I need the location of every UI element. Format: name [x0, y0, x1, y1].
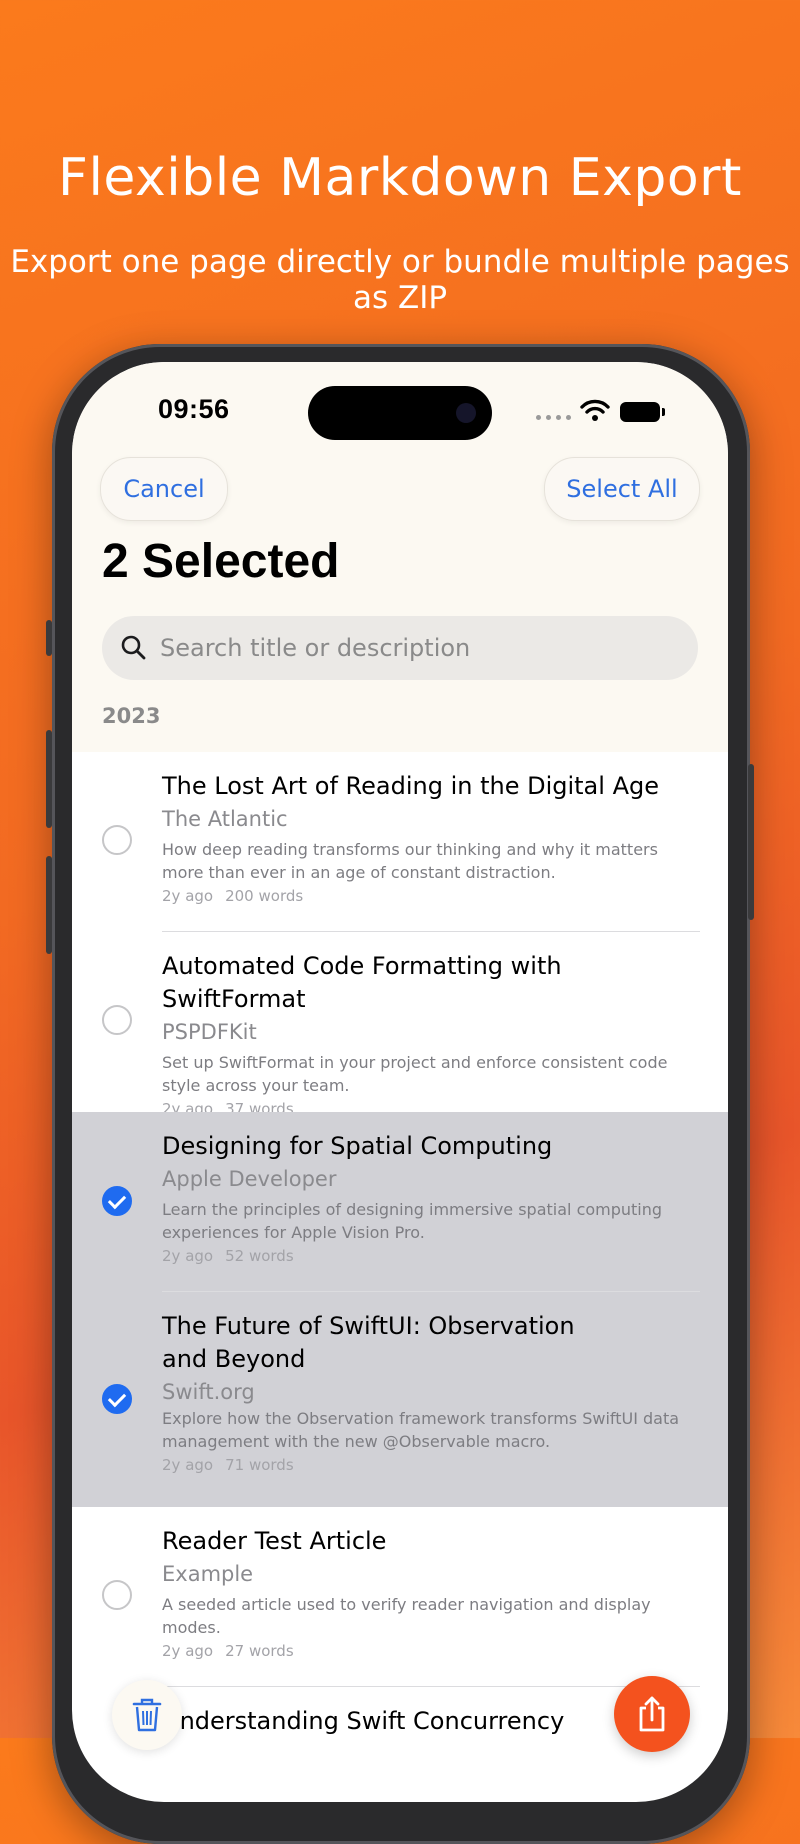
article-meta: 2y ago 27 words	[162, 1640, 700, 1662]
cancel-button[interactable]: Cancel	[100, 457, 228, 521]
header-area: 09:56 Cancel Select All 2 Selected 2023	[72, 362, 728, 752]
list-item[interactable]: The Future of SwiftUI: Observation and B…	[72, 1292, 728, 1507]
promo-title: Flexible Markdown Export	[58, 148, 742, 208]
article-description: Explore how the Observation framework tr…	[162, 1409, 680, 1451]
select-all-button[interactable]: Select All	[544, 457, 700, 521]
phone-volume-down	[46, 856, 52, 954]
article-title: The Future of SwiftUI: Observation and B…	[162, 1312, 575, 1373]
article-source: The Atlantic	[162, 807, 288, 831]
battery-tip	[662, 408, 665, 416]
battery-icon	[620, 402, 660, 422]
signal-icon	[536, 415, 571, 420]
article-description: A seeded article used to verify reader n…	[162, 1595, 651, 1637]
article-meta: 2y ago 52 words	[162, 1245, 700, 1267]
article-meta: 2y ago 200 words	[162, 885, 700, 907]
article-title: The Lost Art of Reading in the Digital A…	[162, 772, 659, 800]
share-button[interactable]	[614, 1676, 690, 1752]
article-description: Learn the principles of designing immers…	[162, 1200, 663, 1242]
select-checkbox-checked[interactable]	[102, 1186, 132, 1216]
select-checkbox-checked[interactable]	[102, 1384, 132, 1414]
list-item[interactable]: Designing for Spatial Computing Apple De…	[72, 1112, 728, 1292]
share-icon	[639, 1696, 665, 1732]
page-title: 2 Selected	[102, 535, 340, 588]
search-bar[interactable]	[102, 616, 698, 680]
phone-volume-up	[46, 730, 52, 828]
article-age: 2y ago	[162, 1456, 214, 1474]
select-checkbox[interactable]	[102, 1005, 132, 1035]
search-input[interactable]	[160, 616, 680, 680]
phone-screen: 09:56 Cancel Select All 2 Selected 2023 …	[72, 362, 728, 1802]
phone-side-button	[46, 620, 52, 656]
article-description: How deep reading transforms our thinking…	[162, 840, 658, 882]
status-time: 09:56	[158, 394, 230, 424]
article-word-count: 52 words	[225, 1247, 294, 1265]
wifi-icon	[580, 399, 610, 421]
article-meta: 2y ago 71 words	[162, 1454, 700, 1476]
article-word-count: 200 words	[225, 887, 304, 905]
article-age: 2y ago	[162, 1247, 214, 1265]
dynamic-island	[308, 386, 492, 440]
article-source: PSPDFKit	[162, 1020, 257, 1044]
article-title: Reader Test Article	[162, 1527, 387, 1555]
article-source: Example	[162, 1562, 254, 1586]
article-source: Swift.org	[162, 1380, 255, 1404]
article-description: Set up SwiftFormat in your project and e…	[162, 1053, 668, 1095]
list-item[interactable]: The Lost Art of Reading in the Digital A…	[72, 752, 728, 932]
article-list: The Lost Art of Reading in the Digital A…	[72, 752, 728, 1802]
section-header: 2023	[102, 704, 161, 728]
promo-subtitle: Export one page directly or bundle multi…	[10, 244, 790, 316]
article-source: Apple Developer	[162, 1167, 337, 1191]
select-checkbox[interactable]	[102, 1580, 132, 1610]
article-word-count: 27 words	[225, 1642, 294, 1660]
article-title: Automated Code Formatting with SwiftForm…	[162, 952, 562, 1013]
article-age: 2y ago	[162, 887, 214, 905]
article-title: Designing for Spatial Computing	[162, 1132, 553, 1160]
trash-icon	[132, 1698, 162, 1732]
camera-icon	[456, 403, 476, 423]
list-item[interactable]: Reader Test Article Example A seeded art…	[72, 1507, 728, 1687]
select-checkbox[interactable]	[102, 825, 132, 855]
article-word-count: 71 words	[225, 1456, 294, 1474]
search-icon	[121, 635, 146, 660]
delete-button[interactable]	[112, 1680, 182, 1750]
list-item[interactable]: Automated Code Formatting with SwiftForm…	[72, 932, 728, 1118]
phone-power-button	[748, 764, 754, 920]
article-age: 2y ago	[162, 1642, 214, 1660]
